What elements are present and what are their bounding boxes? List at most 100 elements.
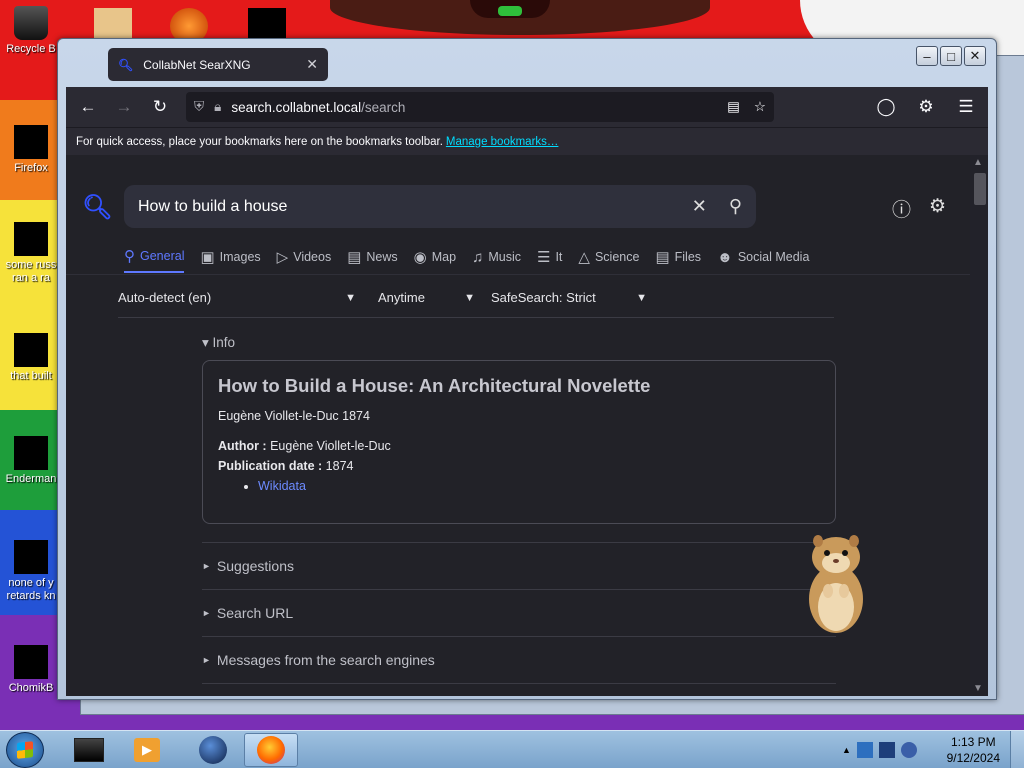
desktop-icon-shortcut-3[interactable]: none of y retards kn [0, 540, 62, 603]
tab-label: Music [488, 250, 521, 264]
tab-news[interactable]: ▤ News [347, 247, 397, 273]
tab-map[interactable]: ◉ Map [414, 247, 456, 273]
tab-label: Social Media [737, 250, 810, 264]
forward-arrow-icon[interactable]: → [108, 91, 140, 123]
engine-messages-section-toggle[interactable]: ► Messages from the search engines [202, 636, 836, 683]
taskbar-clock[interactable]: 1:13 PM 9/12/2024 [947, 734, 1000, 766]
searxng-logo-icon[interactable]: 🔍︎ [82, 193, 112, 222]
time-range-select[interactable]: Anytime ▼ [378, 290, 483, 305]
shortcut-icon [14, 333, 48, 367]
tab-label: Files [674, 250, 702, 264]
info-section-toggle[interactable]: ▾ Info [202, 335, 235, 351]
pocket-icon[interactable]: ◯ [870, 91, 902, 123]
maximize-button[interactable]: □ [940, 46, 962, 66]
tab-music[interactable]: ♫ Music [472, 247, 521, 273]
category-divider [66, 274, 970, 275]
searxng-favicon-icon: 🔍︎ [118, 57, 134, 72]
start-button[interactable] [6, 732, 44, 768]
bookmark-star-icon[interactable]: ☆ [754, 99, 766, 115]
tab-it[interactable]: ☰ It [537, 247, 562, 273]
search-submit-icon[interactable]: ⚲ [729, 196, 742, 217]
scroll-down-icon[interactable]: ▼ [973, 683, 983, 694]
taskbar-app-globe[interactable] [186, 733, 240, 767]
triangle-right-icon: ► [202, 608, 211, 618]
search-filters: Auto-detect (en) ▼ Anytime ▼ SafeSearch:… [118, 290, 655, 305]
people-icon: ☻ [717, 248, 733, 266]
taskbar-app-firefox[interactable] [244, 733, 298, 767]
tab-searxng[interactable]: 🔍︎ CollabNet SearXNG ✕ [108, 48, 328, 81]
extensions-icon[interactable]: ⚙ [910, 91, 942, 123]
back-arrow-icon[interactable]: ← [72, 91, 104, 123]
show-desktop-button[interactable] [1010, 731, 1024, 768]
url-host: search.collabnet.local [231, 99, 362, 115]
chevron-down-icon: ▼ [345, 291, 356, 304]
tab-label: Images [219, 250, 261, 264]
minimize-button[interactable]: – [916, 46, 938, 66]
close-button[interactable]: ✕ [964, 46, 986, 66]
action-center-icon[interactable] [878, 742, 895, 758]
newspaper-icon: ▤ [347, 249, 362, 266]
tab-videos[interactable]: ▷ Videos [277, 247, 332, 273]
desktop-icon-recycle-bin[interactable]: Recycle B [0, 6, 62, 56]
url-bar[interactable]: ⛨ 🔒︎ search.collabnet.local/search ▤ ☆ [186, 92, 774, 122]
box-icon: △ [578, 249, 590, 266]
tab-general[interactable]: ⚲ General [124, 247, 185, 273]
infobox-subtitle: Eugène Viollet-le-Duc 1874 [218, 409, 370, 423]
chevron-down-icon: ▼ [464, 291, 475, 304]
tab-label: News [366, 250, 398, 264]
media-player-icon: ▶ [134, 738, 160, 762]
drive-icon: ▤ [655, 249, 670, 266]
suggestions-section-toggle[interactable]: ► Suggestions [202, 542, 836, 589]
reader-view-icon[interactable]: ▤ [727, 99, 740, 115]
section-divider [202, 683, 836, 696]
taskbar-app-terminal[interactable] [62, 733, 116, 767]
volume-icon[interactable] [900, 742, 917, 758]
scroll-up-icon[interactable]: ▲ [973, 157, 983, 168]
desktop-icon-chomik[interactable]: ChomikB [0, 645, 62, 695]
network-icon[interactable] [856, 742, 873, 758]
tab-label: Science [594, 250, 640, 264]
terminal-icon [74, 738, 104, 762]
browser-content: ← → ↻ ⛨ 🔒︎ search.collabnet.local/search… [66, 87, 988, 696]
lock-icon[interactable]: 🔒︎ [214, 99, 221, 115]
infobox-author-row: Author : Eugène Viollet-le-Duc [218, 439, 820, 453]
pubdate-value: 1874 [325, 459, 354, 473]
search-icon: ⚲ [124, 248, 135, 265]
infobox-title: How to Build a House: An Architectural N… [218, 375, 651, 396]
safesearch-value: SafeSearch: Strict [491, 290, 596, 305]
desktop-icon-firefox[interactable]: Firefox [0, 125, 62, 175]
scrollbar-thumb[interactable] [974, 173, 986, 205]
manage-bookmarks-link[interactable]: Manage bookmarks… [446, 136, 559, 148]
tab-label: Videos [293, 250, 332, 264]
clear-search-icon[interactable]: ✕ [692, 196, 707, 217]
tab-files[interactable]: ▤ Files [655, 247, 701, 273]
wikidata-link[interactable]: Wikidata [258, 479, 306, 493]
clock-time: 1:13 PM [950, 735, 996, 749]
search-input[interactable]: How to build a house ✕ ⚲ [124, 185, 756, 228]
shield-icon[interactable]: ⛨ [194, 99, 204, 115]
safesearch-select[interactable]: SafeSearch: Strict ▼ [491, 290, 655, 305]
language-select[interactable]: Auto-detect (en) ▼ [118, 290, 364, 305]
tab-close-icon[interactable]: ✕ [306, 56, 318, 73]
tab-images[interactable]: ▣ Images [200, 247, 260, 273]
section-label: Suggestions [216, 558, 294, 574]
desktop-icon-enderman[interactable]: Enderman [0, 436, 62, 486]
triangle-right-icon: ► [202, 655, 211, 665]
infobox: How to Build a House: An Architectural N… [202, 360, 836, 524]
settings-gear-icon[interactable]: ⚙ [929, 195, 946, 222]
play-icon: ▷ [276, 249, 289, 266]
reload-icon[interactable]: ↻ [144, 91, 176, 123]
tray-expand-icon[interactable]: ▲ [842, 745, 851, 755]
tab-social-media[interactable]: ☻ Social Media [717, 247, 809, 273]
firefox-icon [257, 736, 285, 764]
info-icon[interactable]: ⓘ [892, 195, 911, 222]
page-scrollbar[interactable]: ▲ ▼ [970, 155, 988, 696]
desktop-icon-shortcut-1[interactable]: some russ ran a ra [0, 222, 62, 285]
hamster-icon [14, 645, 48, 679]
desktop-icon-shortcut-2[interactable]: that built [0, 333, 62, 383]
search-url-section-toggle[interactable]: ► Search URL [202, 589, 836, 636]
tab-science[interactable]: △ Science [578, 247, 639, 273]
taskbar-app-media-player[interactable]: ▶ [120, 733, 174, 767]
menu-icon[interactable]: ☰ [950, 91, 982, 123]
triangle-down-icon: ▾ [202, 335, 209, 350]
